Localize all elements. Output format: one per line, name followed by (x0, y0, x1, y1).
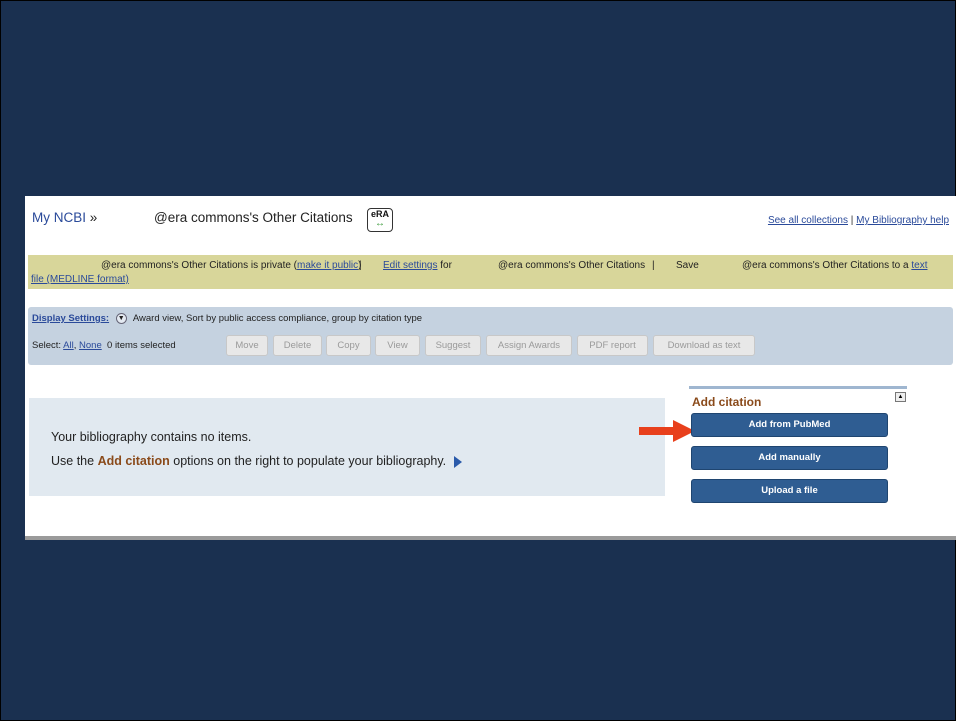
era-logo-icon: eRA ↔ (367, 208, 393, 232)
breadcrumb-separator: » (89, 210, 98, 225)
add-citation-divider (689, 386, 907, 389)
select-label: Select: (32, 340, 62, 351)
empty-bibliography-message: Your bibliography contains no items. Use… (29, 398, 665, 496)
download-as-text-button[interactable]: Download as text (653, 335, 755, 356)
make-public-link[interactable]: make it public (297, 260, 358, 271)
page-title: @era commons's Other Citations (154, 210, 353, 225)
medline-format-link[interactable]: file (MEDLINE format) (31, 274, 129, 285)
suggest-button[interactable]: Suggest (425, 335, 481, 356)
view-button[interactable]: View (375, 335, 420, 356)
double-arrow-icon: ↔ (375, 218, 385, 229)
edit-settings-group: Edit settings for (383, 260, 452, 271)
play-arrow-icon (453, 455, 462, 468)
add-citation-title: Add citation (692, 395, 762, 409)
collapse-icon[interactable]: ▲ (895, 392, 906, 402)
items-selected-count: 0 items selected (107, 340, 176, 351)
notice-save-target: @era commons's Other Citations to a text (742, 260, 928, 271)
display-settings-link[interactable]: Display Settings: (32, 313, 109, 324)
add-from-pubmed-button[interactable]: Add from PubMed (691, 413, 888, 437)
add-citation-reference: Add citation (97, 454, 170, 468)
assign-awards-button[interactable]: Assign Awards (486, 335, 572, 356)
notice-collection-title: @era commons's Other Citations (498, 260, 646, 271)
pdf-report-button[interactable]: PDF report (577, 335, 648, 356)
empty-message-line2: Use the Add citation options on the righ… (51, 454, 462, 468)
myncbi-link[interactable]: My NCBI (32, 210, 86, 225)
display-settings-value: Award view, Sort by public access compli… (132, 313, 423, 325)
see-all-collections-link[interactable]: See all collections (768, 215, 848, 226)
link-separator: | (850, 215, 854, 226)
chevron-down-icon[interactable]: ▼ (115, 313, 127, 324)
privacy-notice-bar: @era commons's Other Citations is privat… (28, 255, 953, 289)
move-button[interactable]: Move (226, 335, 268, 356)
notice-private-text: @era commons's Other Citations is privat… (101, 260, 362, 271)
add-citation-panel: Add citation ▲ Add from PubMed Add manua… (689, 386, 907, 503)
top-links: See all collections | My Bibliography he… (768, 215, 949, 226)
notice-separator-2: | (652, 260, 655, 271)
notice-separator-1: | (359, 260, 362, 271)
select-none-link[interactable]: None (79, 340, 102, 351)
add-manually-button[interactable]: Add manually (691, 446, 888, 470)
my-bibliography-panel: My NCBI » @era commons's Other Citations… (25, 196, 956, 540)
copy-button[interactable]: Copy (326, 335, 371, 356)
page-header: My NCBI » @era commons's Other Citations (32, 210, 353, 225)
my-bibliography-help-link[interactable]: My Bibliography help (856, 215, 949, 226)
red-arrow-icon (639, 420, 695, 442)
delete-button[interactable]: Delete (273, 335, 322, 356)
upload-file-button[interactable]: Upload a file (691, 479, 888, 503)
notice-save-text: Save (676, 260, 699, 271)
select-all-link[interactable]: All (63, 340, 74, 351)
display-settings-bar: Display Settings: ▼ Award view, Sort by … (28, 307, 953, 365)
text-file-link[interactable]: text (911, 260, 927, 271)
edit-settings-link[interactable]: Edit settings (383, 260, 437, 271)
empty-message-line1: Your bibliography contains no items. (51, 430, 252, 444)
